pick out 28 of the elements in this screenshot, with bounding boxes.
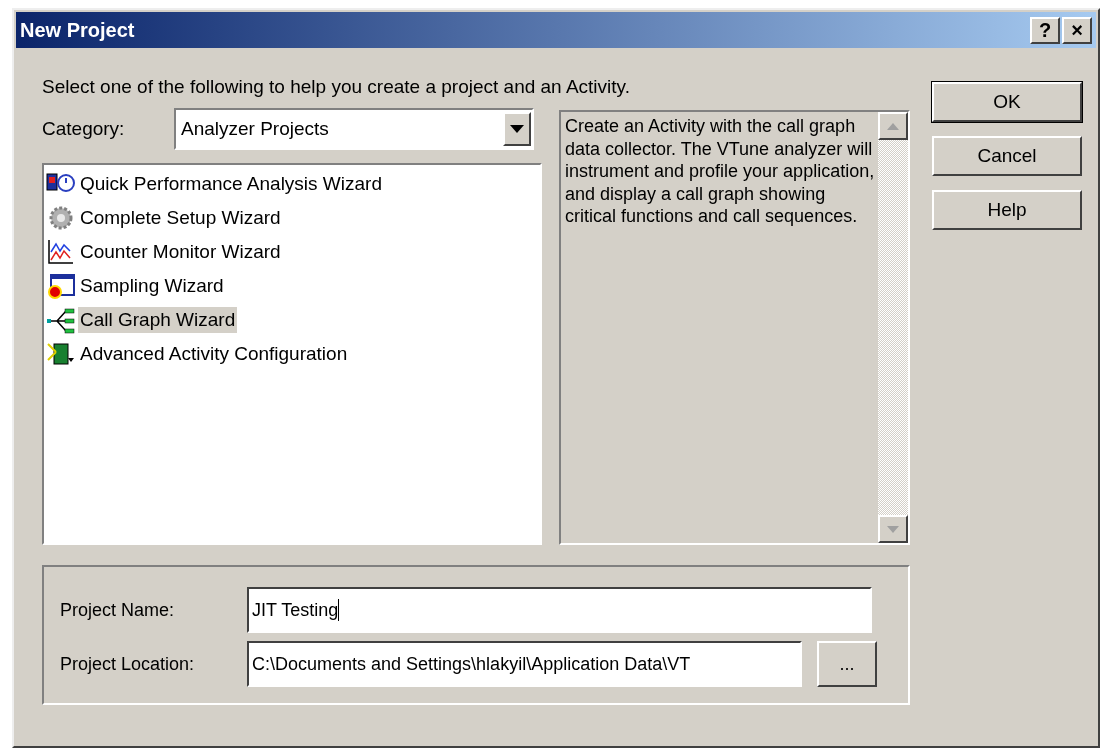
tree-graph-icon: [46, 306, 76, 334]
close-button[interactable]: ×: [1062, 16, 1092, 44]
project-location-label: Project Location:: [60, 653, 196, 675]
instruction-text: Select one of the following to help you create a project and an Activity.: [42, 76, 631, 99]
category-dropdown[interactable]: Analyzer Projects: [174, 108, 534, 150]
project-name-field[interactable]: JIT Testing: [247, 587, 872, 633]
scroll-up-icon[interactable]: [878, 112, 908, 140]
wizard-list-item[interactable]: Sampling Wizard: [46, 269, 540, 303]
browse-button[interactable]: ...: [817, 641, 877, 687]
help-button[interactable]: ?: [1030, 16, 1060, 44]
wizard-list-item[interactable]: Counter Monitor Wizard: [46, 235, 540, 269]
scroll-down-icon[interactable]: [878, 515, 908, 543]
project-location-field[interactable]: C:\Documents and Settings\hlakyil\Application Data\VT: [247, 641, 802, 687]
wizard-list-item[interactable]: Complete Setup Wizard: [46, 201, 540, 235]
wizard-list-item[interactable]: Call Graph Wizard: [46, 303, 540, 337]
window-title: New Project: [20, 18, 135, 42]
category-label: Category:: [42, 118, 126, 140]
window-dot-icon: [46, 272, 76, 300]
project-name-label: Project Name:: [60, 599, 176, 621]
ok-button[interactable]: OK: [932, 82, 1082, 122]
help-button[interactable]: Help: [932, 190, 1082, 230]
chip-icon: [46, 340, 76, 368]
line-graph-icon: [46, 238, 76, 266]
description-text: Create an Activity with the call graph data collector. The VTune analyzer will instrument and profile your application, and display a call graph showing critical functions and call sequences.: [564, 115, 876, 228]
wizard-list-item[interactable]: Quick Performance Analysis Wizard: [46, 167, 540, 201]
wizard-list-item[interactable]: Advanced Activity Configuration: [46, 337, 540, 371]
cancel-button[interactable]: Cancel: [932, 136, 1082, 176]
scrollbar[interactable]: [878, 112, 908, 543]
